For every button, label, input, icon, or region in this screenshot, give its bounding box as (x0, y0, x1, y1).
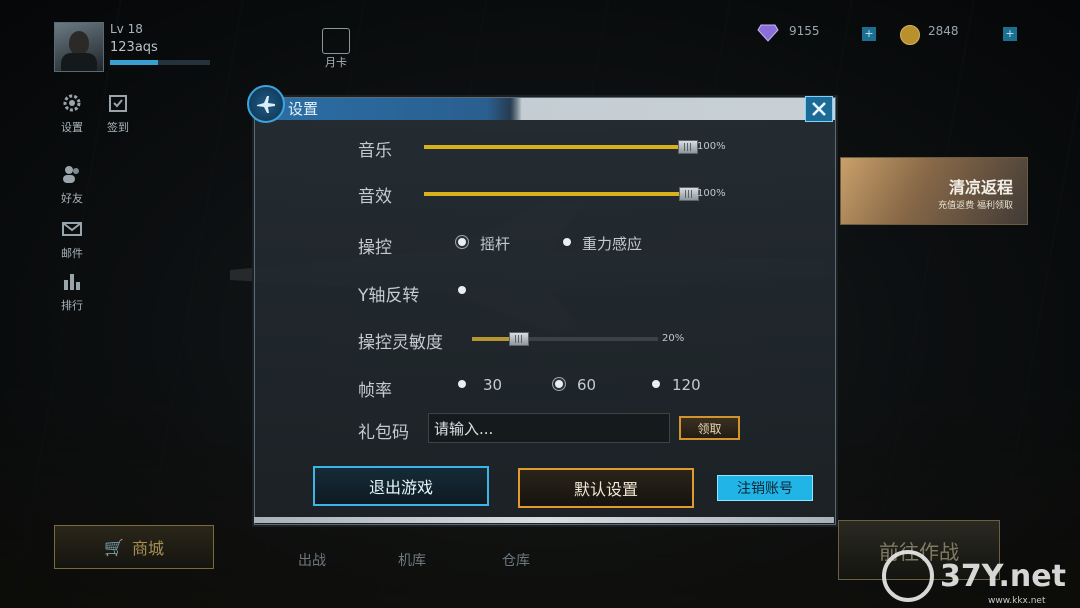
calendar-check-icon (109, 95, 127, 112)
jet-emblem-icon (247, 85, 285, 123)
sensitivity-slider-handle[interactable] (509, 332, 530, 346)
control-gravity-radio[interactable] (563, 238, 571, 246)
close-button[interactable] (805, 96, 833, 122)
dialog-bottom-strip (254, 517, 834, 523)
invert-y-toggle[interactable] (458, 286, 466, 294)
sensitivity-value: 20% (662, 333, 685, 344)
shop-button[interactable]: 🛒 商城 (54, 525, 214, 569)
logout-account-button[interactable]: 注销账号 (717, 475, 813, 501)
invert-y-label: Y轴反转 (358, 286, 420, 306)
framerate-120-radio[interactable] (652, 380, 660, 388)
watermark-logo-icon (882, 550, 934, 602)
player-profile[interactable]: Lv 18 123aqs (54, 22, 244, 72)
control-joystick-radio[interactable] (458, 238, 466, 246)
sfx-value: 100% (697, 188, 726, 199)
banner-title: 清凉返程 (948, 178, 1013, 197)
sidebar-item-ranking[interactable]: 排行 (50, 270, 94, 313)
sidebar-label: 好友 (61, 192, 83, 205)
event-banner[interactable]: 清凉返程 充值返费 福利领取 (840, 157, 1028, 225)
nav-warehouse[interactable]: 仓库 (502, 550, 530, 570)
sidebar-label: 设置 (61, 121, 83, 134)
gift-code-label: 礼包码 (358, 423, 409, 443)
watermark-url: www.kkx.net (988, 596, 1046, 606)
sensitivity-slider-fill (472, 337, 510, 341)
coin-count: 2848 (928, 24, 959, 38)
sfx-label: 音效 (358, 187, 392, 207)
gift-code-input[interactable]: 请输入... (428, 413, 670, 443)
month-card-label: 月卡 (325, 56, 347, 69)
control-gravity-label[interactable]: 重力感应 (582, 233, 642, 254)
sidebar-item-signin[interactable]: 签到 (96, 92, 140, 135)
avatar[interactable] (54, 22, 104, 72)
gear-icon (63, 94, 81, 112)
watermark-text: 37Y.net (940, 558, 1066, 594)
sidebar-item-mail[interactable]: 邮件 (50, 218, 94, 261)
framerate-30-radio[interactable] (458, 380, 466, 388)
player-name: 123aqs (110, 40, 158, 55)
cart-icon: 🛒 (104, 537, 124, 557)
sfx-slider-track[interactable] (424, 192, 688, 196)
settings-dialog: 设置 (254, 97, 836, 525)
xp-bar (110, 60, 210, 65)
sidebar-label: 邮件 (61, 247, 83, 260)
friends-icon (63, 166, 79, 183)
dialog-title: 设置 (288, 100, 319, 118)
gem-count: 9155 (789, 24, 820, 38)
control-label: 操控 (358, 238, 392, 258)
nav-deploy[interactable]: 出战 (298, 550, 326, 570)
add-gems-button[interactable]: + (862, 27, 876, 41)
music-label: 音乐 (358, 141, 392, 161)
framerate-120-label[interactable]: 120 (672, 376, 701, 394)
coin-icon (900, 25, 920, 45)
banner-subtitle: 充值返费 福利领取 (938, 201, 1013, 211)
sfx-slider-handle[interactable] (679, 187, 699, 201)
gem-icon (757, 24, 779, 42)
exit-game-button[interactable]: 退出游戏 (313, 466, 489, 506)
mail-icon (62, 222, 82, 236)
default-settings-button[interactable]: 默认设置 (518, 468, 694, 508)
shop-label: 商城 (131, 539, 164, 558)
add-coins-button[interactable]: + (1003, 27, 1017, 41)
close-icon (812, 102, 826, 116)
sidebar-label: 排行 (61, 299, 83, 312)
nav-hangar[interactable]: 机库 (398, 550, 426, 570)
player-level: Lv 18 (110, 22, 143, 36)
month-card-icon[interactable] (322, 28, 350, 54)
framerate-label: 帧率 (358, 381, 392, 401)
framerate-30-label[interactable]: 30 (483, 376, 502, 394)
claim-button[interactable]: 领取 (679, 416, 740, 440)
music-slider-handle[interactable] (678, 140, 698, 154)
music-slider-track[interactable] (424, 145, 688, 149)
music-value: 100% (697, 141, 726, 152)
dialog-header (255, 98, 835, 120)
sidebar-label: 签到 (107, 121, 129, 134)
framerate-60-label[interactable]: 60 (577, 376, 596, 394)
framerate-60-radio[interactable] (555, 380, 563, 388)
sensitivity-label: 操控灵敏度 (358, 333, 443, 353)
ranking-icon (64, 274, 80, 290)
sidebar-item-settings[interactable]: 设置 (50, 92, 94, 135)
control-joystick-label[interactable]: 摇杆 (480, 233, 510, 254)
sidebar-item-friends[interactable]: 好友 (50, 163, 94, 206)
